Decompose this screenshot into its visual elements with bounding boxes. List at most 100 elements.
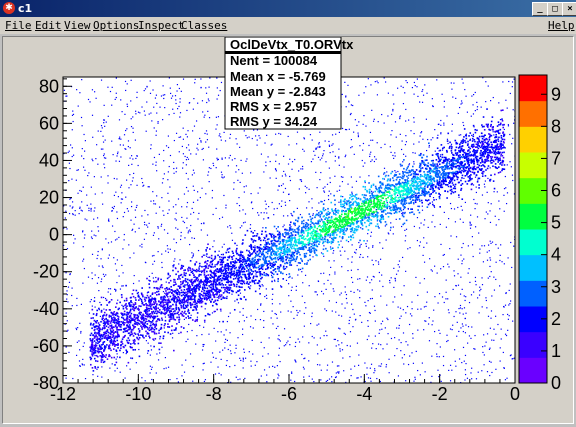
close-icon[interactable]: × [562,2,576,16]
density-point [114,370,116,372]
density-point [145,297,148,299]
density-point [482,346,484,348]
density-point [304,263,306,265]
density-point [130,184,132,186]
density-point [79,365,82,367]
density-point [500,155,502,157]
density-point [491,295,493,297]
density-point [486,307,488,309]
density-point [373,118,375,120]
minimize-icon[interactable]: _ [532,2,548,16]
density-point [451,88,453,90]
density-point [439,346,441,348]
density-point [416,217,419,219]
density-point [326,364,329,366]
density-point [196,147,198,149]
root-canvas[interactable]: -12 -10 -8 -6 -4 -2 0 -80 -60 -40 -20 0 20 40 60 80 012… [2,36,574,424]
density-point [470,294,473,296]
density-point [175,242,178,244]
density-point [282,215,285,217]
density-point [357,197,360,200]
menu-help[interactable]: Help [548,19,575,32]
density-point [122,307,125,310]
density-point [263,369,266,371]
density-point [188,317,190,319]
density-point [185,133,187,135]
density-point [400,196,402,198]
menu-edit[interactable]: Edit [35,19,62,32]
density-point [426,206,429,208]
density-point [420,308,422,310]
menu-inspect[interactable]: Inspect [138,19,184,32]
density-point [412,195,415,198]
density-point [167,179,169,181]
menu-classes[interactable]: Classes [181,19,227,32]
density-point [325,330,327,332]
maximize-icon[interactable]: □ [547,2,563,16]
density-point [193,125,196,127]
density-point [291,214,293,216]
density-point [449,202,452,205]
density-point [390,196,393,199]
density-point [431,98,433,100]
menu-view[interactable]: View [64,19,91,32]
density-point [244,377,246,380]
histogram-svg[interactable]: -12 -10 -8 -6 -4 -2 0-80-60-40-20020406080 012… [3,36,573,423]
density-point [507,124,509,126]
density-point [464,373,467,376]
density-point [464,88,466,91]
density-point [129,147,131,149]
density-point [448,369,450,371]
density-point [86,194,88,196]
density-point [382,247,384,249]
root-icon[interactable]: ✱ [3,2,15,14]
density-point [486,138,488,141]
density-point [481,125,484,128]
density-point [380,363,383,365]
density-point [118,119,121,121]
density-point [451,369,453,371]
density-point [320,252,323,254]
density-point [288,193,290,196]
density-point [500,134,503,137]
density-point [461,169,463,172]
menu-file[interactable]: File [5,19,32,32]
density-point [322,187,324,189]
density-point [491,241,494,243]
density-point [185,359,187,361]
density-point [338,164,340,166]
density-point [179,278,181,280]
density-point [493,276,495,278]
density-point [305,229,307,232]
density-point [157,227,159,229]
density-point [115,191,117,193]
density-point [132,158,134,160]
density-point [87,98,90,101]
density-point [238,321,240,323]
density-point [275,160,277,162]
density-point [136,184,138,186]
density-point [212,356,215,358]
density-point [374,215,377,218]
density-point [180,235,182,237]
density-point [354,200,357,203]
density-point [245,160,247,162]
density-point [144,224,146,226]
density-point [350,303,353,305]
menu-options[interactable]: Options [93,19,139,32]
density-point [386,203,389,206]
density-point [319,224,321,227]
density-point [120,156,122,158]
density-point [359,145,361,147]
density-point [341,246,344,248]
density-point [405,270,407,272]
density-point [264,200,266,202]
density-point [434,265,436,267]
density-point [338,314,340,316]
density-point [428,142,430,145]
density-point [431,375,433,377]
density-point [251,339,253,342]
density-point [111,206,113,209]
density-point [213,327,215,330]
density-point [403,354,406,356]
